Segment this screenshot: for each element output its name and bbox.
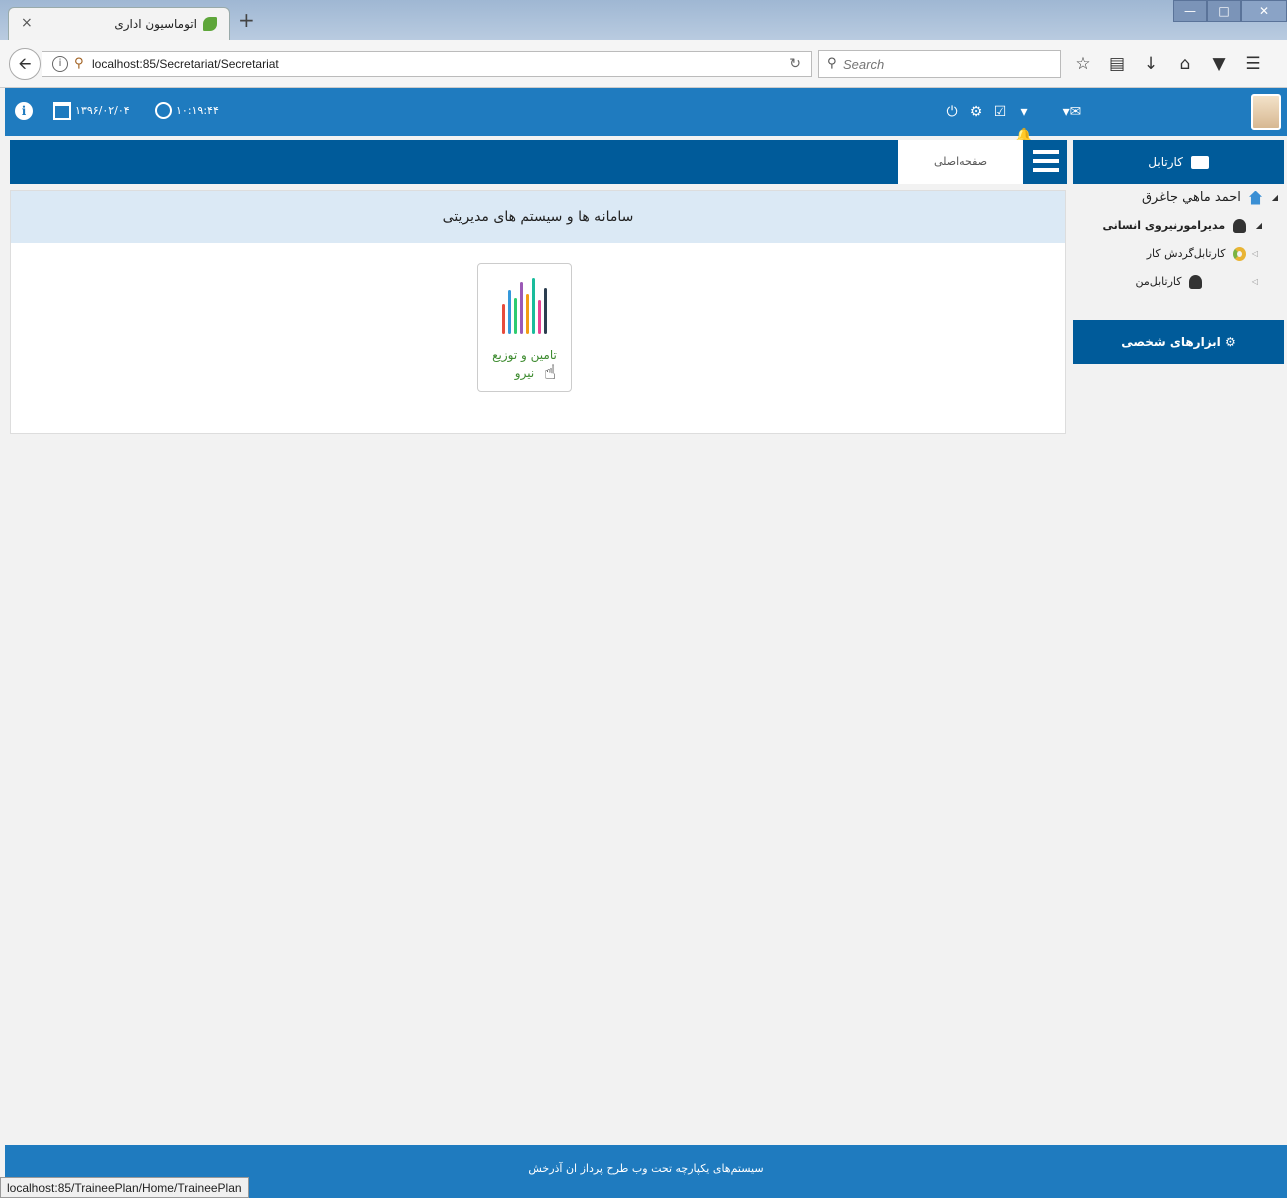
app-card-staffing[interactable]: تامین و توزیع نیرو ☝	[477, 263, 572, 392]
close-window-icon[interactable]: ✕	[1241, 0, 1287, 22]
info-icon[interactable]: i	[15, 102, 33, 120]
reading-list-icon[interactable]: ▤	[1102, 52, 1132, 76]
hand-pointer-icon: ☝	[544, 360, 557, 384]
user-icon	[1189, 275, 1202, 289]
sidebar-tree: ◢ احمد ماهي جاغرق ◢ مدیرامورنیروی انسانی…	[1073, 184, 1284, 296]
user-icon	[1233, 219, 1246, 233]
back-arrow-icon[interactable]: 🡨	[9, 48, 41, 80]
expand-arrow-icon[interactable]: ◢	[1256, 212, 1262, 240]
tree-item-label: احمد ماهي جاغرق	[1141, 190, 1241, 205]
tree-item-label: مدیرامورنیروی انسانی	[1102, 219, 1226, 232]
sidebar-header[interactable]: کارتابل	[1073, 140, 1284, 184]
tree-item-my-cartable[interactable]: ◁ کارتابل‌من	[1073, 268, 1284, 296]
panel-title: سامانه ها و سیستم های مدیریتی	[11, 191, 1065, 243]
app-favicon-icon	[203, 17, 217, 31]
search-input[interactable]	[843, 55, 1053, 73]
tree-item-label: کارتابل‌من	[1135, 275, 1182, 288]
download-icon[interactable]: ↓	[1136, 52, 1166, 76]
systems-panel: سامانه ها و سیستم های مدیریتی تامین و تو…	[10, 190, 1066, 434]
header-time: ۱۰:۱۹:۴۴	[176, 104, 219, 117]
pocket-icon[interactable]: ▼	[1204, 52, 1234, 76]
collapsed-arrow-icon[interactable]: ◁	[1252, 268, 1258, 296]
tab-close-icon[interactable]: ×	[21, 15, 33, 31]
home-icon[interactable]: ⌂	[1170, 52, 1200, 76]
briefcase-icon	[1190, 156, 1209, 169]
tab-home[interactable]: صفحه‌اصلی	[898, 140, 1023, 184]
sidebar-title: کارتابل	[1148, 155, 1183, 169]
status-bar-url: localhost:85/TraineePlan/Home/TraineePla…	[0, 1177, 249, 1198]
key-icon[interactable]: ⚲	[74, 56, 84, 71]
workflow-icon	[1233, 247, 1246, 261]
header-action-icons: ⏻ ⚙ ☑ ▾🔔 ▾✉	[940, 100, 1084, 144]
power-icon[interactable]: ⏻	[940, 100, 964, 124]
people-group-icon	[500, 274, 550, 334]
info-icon[interactable]: i	[52, 56, 68, 72]
toolbar-icons: ☆ ▤ ↓ ⌂ ▼ ☰	[1068, 52, 1268, 76]
checkbox-icon[interactable]: ☑	[988, 100, 1012, 124]
app-header: i ۱۳۹۶/۰۲/۰۴ ۱۰:۱۹:۴۴ ⏻ ⚙ ☑ ▾🔔 ▾✉	[5, 88, 1287, 144]
bookmark-star-icon[interactable]: ☆	[1068, 52, 1098, 76]
personal-tools-label: ابزارهای شخصی	[1121, 335, 1221, 349]
clock-icon	[155, 102, 172, 119]
browser-tab-bar: اتوماسیون اداری × + — □ ✕	[0, 0, 1287, 40]
menu-icon[interactable]: ☰	[1238, 52, 1268, 76]
main-tab-bar: صفحه‌اصلی	[10, 140, 1067, 184]
address-bar[interactable]: i ⚲ localhost:85/Secretariat/Secretariat…	[42, 51, 812, 77]
tree-item-workflow-cartable[interactable]: ◁ کارتابل‌گردش کار	[1073, 240, 1284, 268]
footer-text: سیستم‌های یکپارچه تحت وب طرح پرداز ان آذ…	[528, 1162, 764, 1175]
gear-icon[interactable]: ⚙	[964, 100, 988, 124]
window-controls: — □ ✕	[1173, 0, 1287, 24]
hamburger-menu-icon[interactable]	[1033, 150, 1059, 172]
tree-item-role[interactable]: ◢ مدیرامورنیروی انسانی	[1073, 212, 1284, 240]
mail-icon[interactable]: ▾✉	[1060, 100, 1084, 124]
avatar[interactable]	[1251, 94, 1281, 130]
maximize-icon[interactable]: □	[1207, 0, 1241, 22]
url-text[interactable]: localhost:85/Secretariat/Secretariat	[92, 57, 279, 71]
search-icon: ⚲	[827, 56, 837, 71]
calendar-icon	[53, 102, 71, 120]
tree-item-user[interactable]: ◢ احمد ماهي جاغرق	[1073, 184, 1284, 212]
tab-title: اتوماسیون اداری	[114, 17, 197, 31]
personal-tools-button[interactable]: ⚙ ابزارهای شخصی	[1073, 320, 1284, 364]
browser-nav-bar: 🡨 i ⚲ localhost:85/Secretariat/Secretari…	[0, 40, 1287, 88]
search-box[interactable]: ⚲	[818, 50, 1061, 78]
home-icon	[1249, 190, 1262, 205]
expand-arrow-icon[interactable]: ◢	[1272, 184, 1278, 212]
bell-icon[interactable]: ▾🔔	[1012, 100, 1036, 144]
minimize-icon[interactable]: —	[1173, 0, 1207, 22]
reload-icon[interactable]: ↻	[789, 56, 801, 72]
collapsed-arrow-icon[interactable]: ◁	[1252, 240, 1258, 268]
header-date: ۱۳۹۶/۰۲/۰۴	[75, 104, 130, 117]
browser-tab[interactable]: اتوماسیون اداری ×	[8, 7, 230, 40]
gear-icon: ⚙	[1224, 335, 1236, 349]
new-tab-icon[interactable]: +	[238, 8, 255, 32]
tree-item-label: کارتابل‌گردش کار	[1146, 247, 1226, 260]
